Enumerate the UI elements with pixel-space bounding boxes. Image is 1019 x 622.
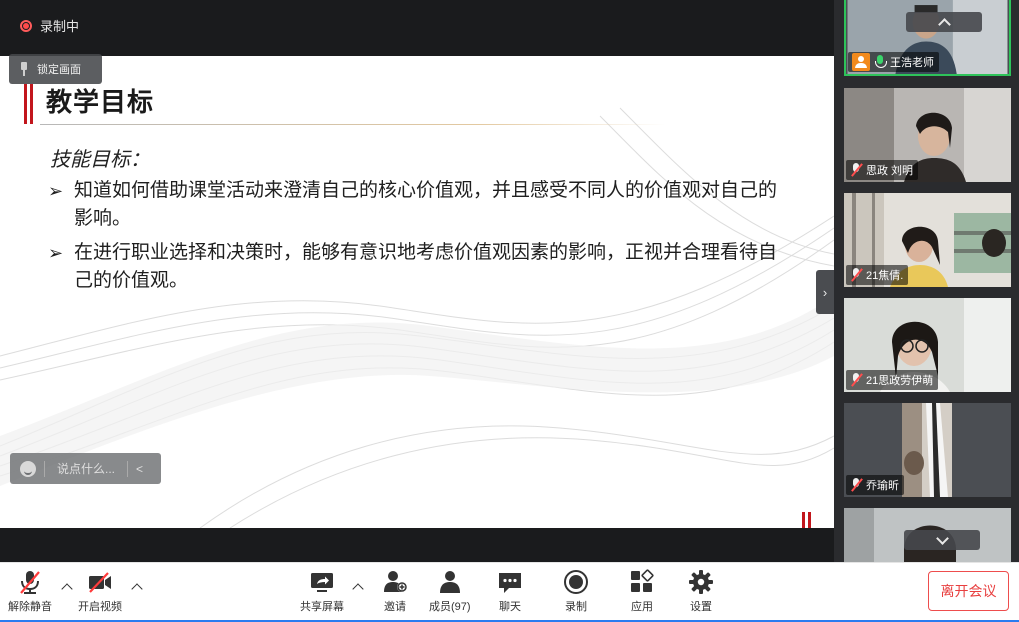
mic-muted-icon bbox=[20, 571, 40, 594]
apps-grid-icon bbox=[631, 569, 654, 592]
pin-icon bbox=[19, 62, 29, 76]
chevron-up-icon bbox=[937, 17, 951, 31]
arrow-bullet-icon: ➢ bbox=[48, 181, 64, 201]
share-options-caret-icon[interactable] bbox=[352, 583, 364, 595]
share-screen-label: 共享屏幕 bbox=[300, 601, 344, 613]
participant-name: 21思政劳伊萌 bbox=[866, 375, 934, 387]
recording-status-label: 录制中 bbox=[40, 19, 80, 34]
participant-panel: 王浩老师 思政 刘明 21焦倩. 21思政劳伊萌 乔瑜昕 bbox=[834, 0, 1019, 562]
collapse-panel-button[interactable]: › bbox=[816, 270, 834, 314]
unmute-label: 解除静音 bbox=[8, 601, 52, 613]
arrow-bullet-icon: ➢ bbox=[48, 243, 64, 263]
list-item: ➢ 在进行职业选择和决策时，能够有意识地考虑价值观因素的影响，正视并合理看待自己… bbox=[48, 239, 808, 295]
leave-meeting-button[interactable]: 离开会议 bbox=[928, 571, 1009, 611]
recording-status[interactable]: 录制中 bbox=[20, 16, 79, 35]
participant-name: 21焦倩. bbox=[866, 270, 904, 282]
title-divider bbox=[40, 124, 666, 125]
participant-name: 乔瑜昕 bbox=[866, 480, 899, 492]
apps-label: 应用 bbox=[631, 601, 653, 613]
participant-label: 王浩老师 bbox=[848, 52, 939, 72]
slide-subheading: 技能目标： bbox=[50, 149, 150, 171]
record-icon bbox=[564, 570, 588, 594]
record-label: 录制 bbox=[565, 601, 587, 613]
participant-tile[interactable] bbox=[844, 508, 1011, 562]
participant-tile[interactable]: 乔瑜昕 bbox=[844, 403, 1011, 497]
start-video-button[interactable]: 开启视频 bbox=[78, 569, 122, 614]
participant-tile[interactable]: 王浩老师 bbox=[844, 0, 1011, 76]
record-button[interactable]: 录制 bbox=[563, 569, 589, 614]
chat-label: 聊天 bbox=[499, 601, 521, 613]
slide-title: 教学目标 bbox=[46, 87, 155, 117]
participant-label: 21焦倩. bbox=[846, 265, 909, 285]
participant-name: 王浩老师 bbox=[890, 57, 934, 69]
list-item: ➢ 知道如何借助课堂活动来澄清自己的核心价值观，并且感受不同人的价值观对自己的影… bbox=[48, 177, 808, 233]
participant-label: 21思政劳伊萌 bbox=[846, 370, 939, 390]
chat-button[interactable]: 聊天 bbox=[497, 569, 523, 614]
mic-icon bbox=[874, 55, 887, 69]
apps-button[interactable]: 应用 bbox=[629, 569, 655, 614]
scroll-down-button[interactable] bbox=[904, 530, 980, 550]
settings-button[interactable]: 设置 bbox=[688, 569, 714, 614]
settings-label: 设置 bbox=[690, 601, 712, 613]
recording-dot-icon bbox=[20, 19, 32, 32]
chat-placeholder[interactable]: 说点什么... bbox=[57, 460, 115, 477]
mic-muted-icon bbox=[850, 163, 862, 177]
chat-icon bbox=[499, 573, 521, 593]
lock-view-label: 锁定画面 bbox=[37, 64, 81, 76]
bullet-text: 知道如何借助课堂活动来澄清自己的核心价值观，并且感受不同人的价值观对自己的影响。 bbox=[74, 180, 778, 229]
video-options-caret-icon[interactable] bbox=[131, 583, 143, 595]
slide-bullet-list: ➢ 知道如何借助课堂活动来澄清自己的核心价值观，并且感受不同人的价值观对自己的影… bbox=[48, 177, 808, 301]
participant-label: 思政 刘明 bbox=[846, 160, 919, 180]
invite-button[interactable]: 邀请 bbox=[382, 569, 408, 614]
meeting-toolbar: 解除静音 开启视频 共享屏幕 邀请 成员(97) 聊天 录制 应用 设置 离开会… bbox=[0, 562, 1019, 622]
add-user-icon bbox=[384, 571, 407, 592]
camera-off-icon bbox=[89, 572, 111, 593]
members-icon bbox=[439, 571, 460, 593]
separator bbox=[127, 460, 129, 477]
mic-muted-icon bbox=[850, 268, 862, 282]
host-badge-icon bbox=[852, 53, 870, 71]
participant-tile[interactable]: 思政 刘明 bbox=[844, 88, 1011, 182]
members-button[interactable]: 成员(97) bbox=[429, 569, 471, 614]
emoji-icon[interactable] bbox=[20, 460, 36, 477]
start-video-label: 开启视频 bbox=[78, 601, 122, 613]
participant-name: 思政 刘明 bbox=[866, 165, 914, 177]
slide-footer-accent-bars bbox=[802, 512, 811, 528]
chevron-right-icon: › bbox=[822, 284, 828, 300]
participant-tile[interactable]: 21焦倩. bbox=[844, 193, 1011, 287]
audio-options-caret-icon[interactable] bbox=[61, 583, 73, 595]
separator bbox=[44, 460, 45, 477]
chat-quick-input[interactable]: 说点什么... < bbox=[10, 453, 161, 484]
shared-screen-area: 录制中 教学目标 技能目标： ➢ 知道如何借助课堂活动来澄清自己的核心价值观，并… bbox=[0, 0, 834, 562]
title-accent-bars bbox=[24, 84, 33, 124]
mic-muted-icon bbox=[850, 478, 862, 492]
chevron-left-icon[interactable]: < bbox=[136, 462, 143, 476]
chevron-down-icon bbox=[935, 531, 949, 545]
mic-muted-icon bbox=[850, 373, 862, 387]
members-label: 成员(97) bbox=[429, 601, 471, 613]
gear-icon bbox=[689, 570, 713, 594]
participant-label: 乔瑜昕 bbox=[846, 475, 904, 495]
bullet-text: 在进行职业选择和决策时，能够有意识地考虑价值观因素的影响，正视并合理看待自己的价… bbox=[74, 242, 778, 291]
invite-label: 邀请 bbox=[384, 601, 406, 613]
lock-view-button[interactable]: 锁定画面 bbox=[9, 54, 102, 84]
share-screen-icon bbox=[311, 573, 333, 592]
participant-tile[interactable]: 21思政劳伊萌 bbox=[844, 298, 1011, 392]
scroll-up-button[interactable] bbox=[906, 12, 982, 32]
unmute-button[interactable]: 解除静音 bbox=[8, 569, 52, 614]
share-screen-button[interactable]: 共享屏幕 bbox=[300, 569, 344, 614]
